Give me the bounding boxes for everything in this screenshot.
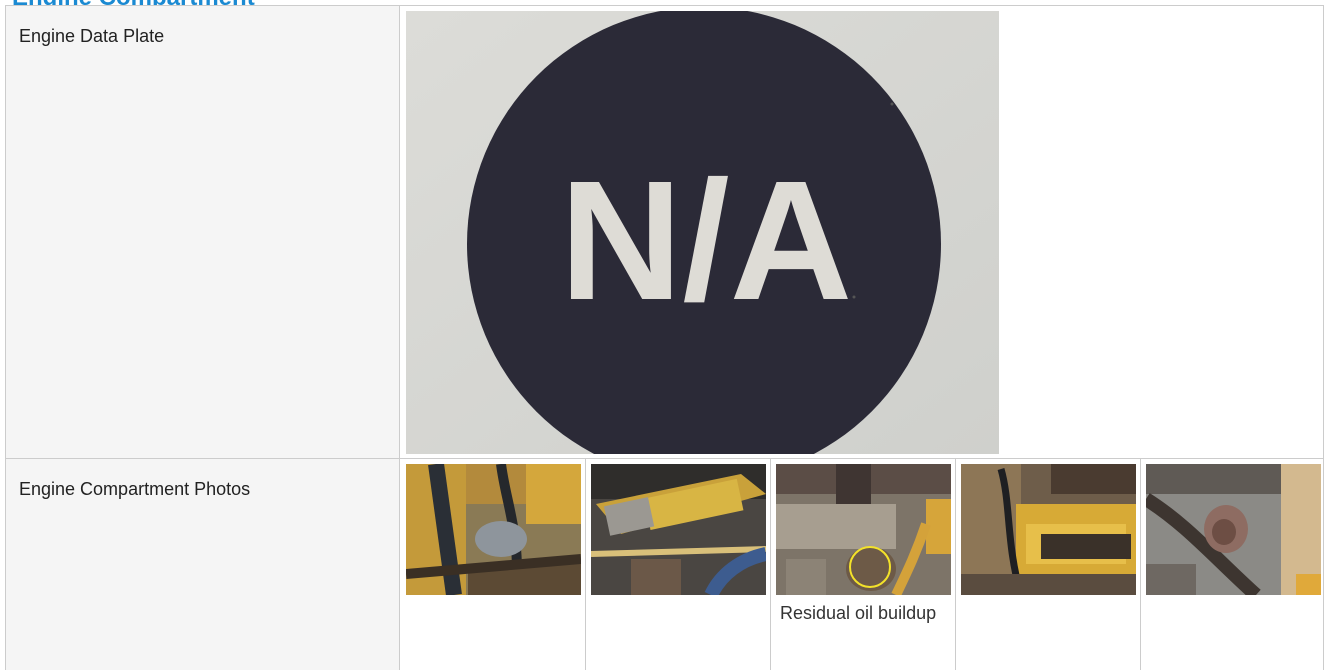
engine-photo-thumbnail[interactable]	[961, 464, 1136, 595]
speck-mark	[890, 102, 894, 106]
na-placeholder-image: N/A	[406, 11, 999, 454]
engine-photo-thumbnail[interactable]	[776, 464, 951, 595]
engine-photo-image	[406, 464, 581, 595]
photo-cell	[401, 459, 586, 670]
photo-caption: Residual oil buildup	[780, 603, 937, 623]
engine-data-plate-label: Engine Data Plate	[6, 6, 400, 458]
inspection-table: Engine Data Plate N/A Engine Compartment…	[5, 5, 1324, 670]
engine-photo-thumbnail[interactable]	[1146, 464, 1321, 595]
photo-cell	[1141, 459, 1323, 670]
engine-photo-image	[591, 464, 766, 595]
engine-data-plate-photo[interactable]: N/A	[406, 11, 999, 454]
na-text: N/A	[560, 146, 853, 336]
engine-photo-image	[1146, 464, 1321, 595]
engine-photo-image	[776, 464, 951, 595]
photo-cell	[586, 459, 771, 670]
photo-cell: Residual oil buildup	[771, 459, 956, 670]
speck-mark	[852, 295, 856, 299]
engine-photo-thumbnail[interactable]	[406, 464, 581, 595]
photo-cell	[956, 459, 1141, 670]
engine-compartment-section: Engine Compartment Engine Data Plate N/A	[0, 0, 1329, 670]
engine-compartment-photos-label: Engine Compartment Photos	[6, 459, 400, 670]
engine-photo-thumbnail[interactable]	[591, 464, 766, 595]
engine-photo-image	[961, 464, 1136, 595]
